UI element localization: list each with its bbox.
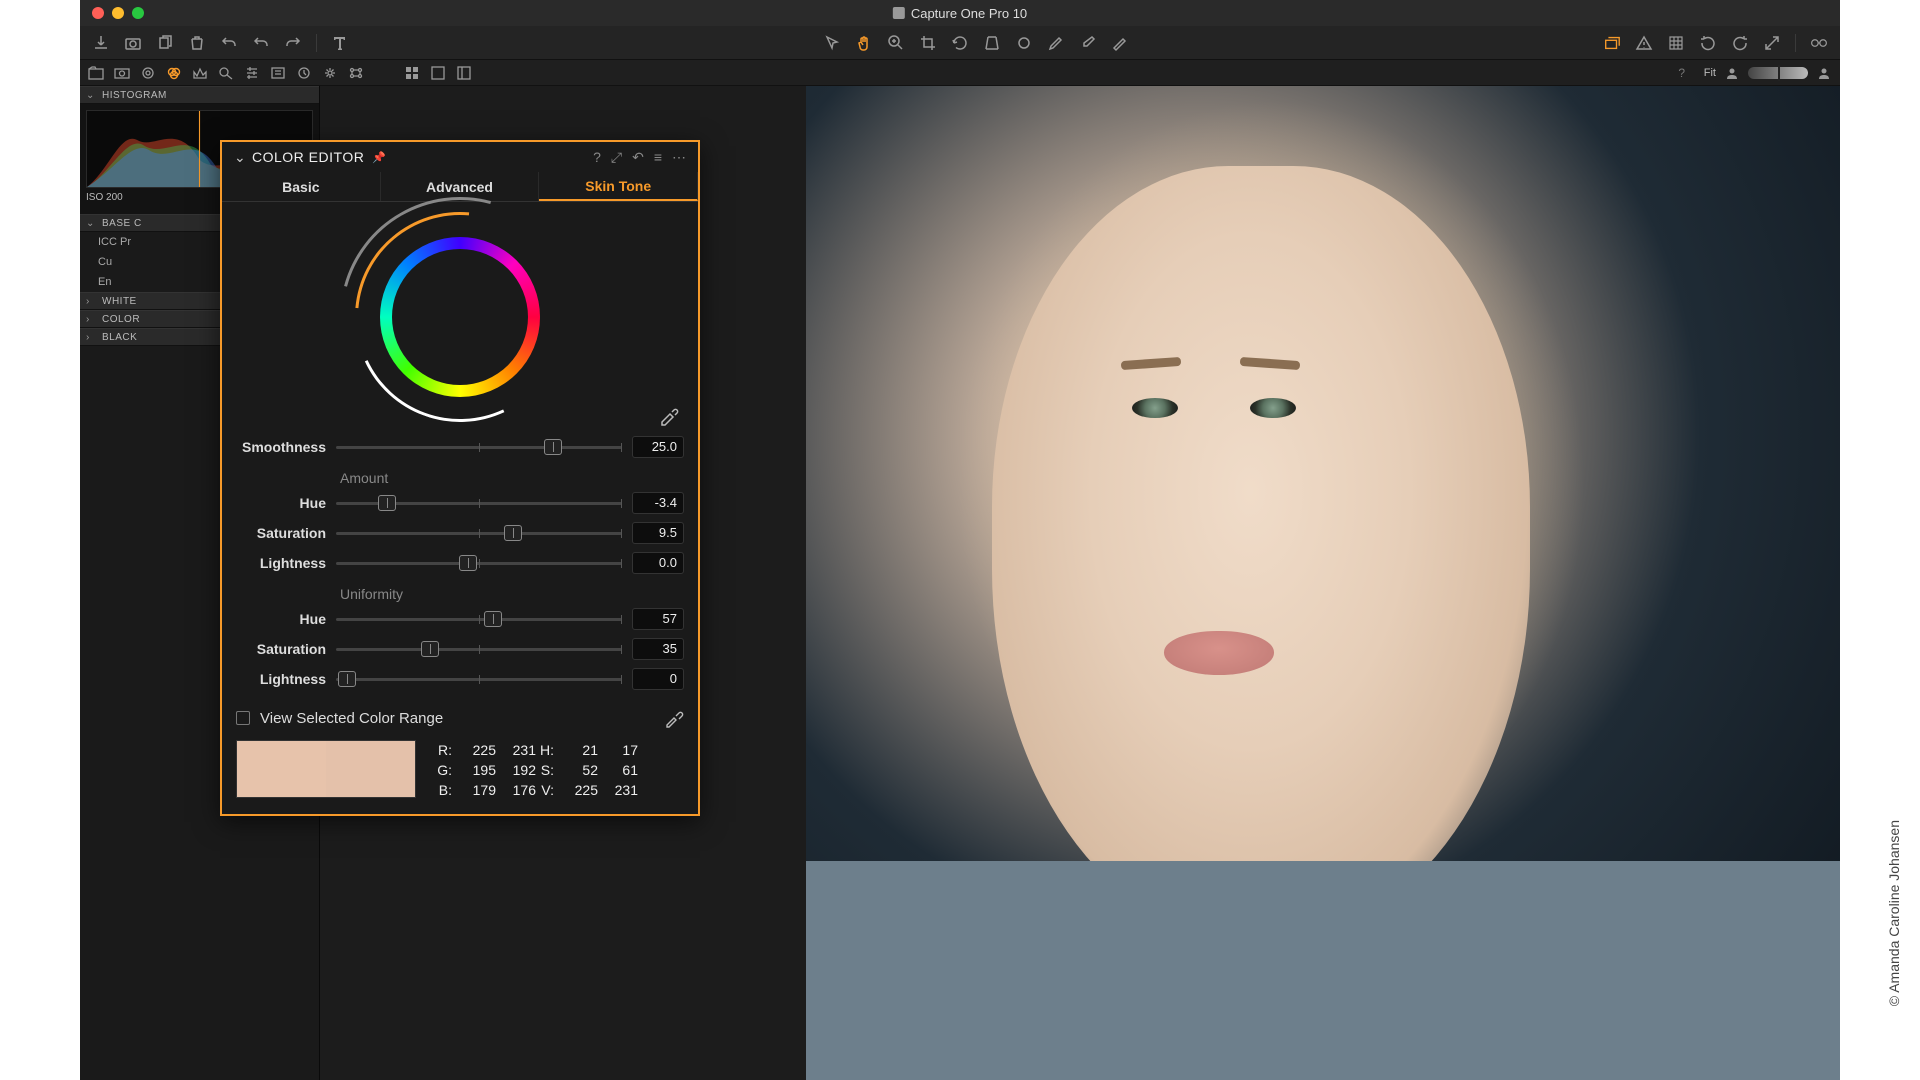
rotate-right-icon[interactable] [1731,34,1749,52]
image-credit: © Amanda Caroline Johansen [1886,820,1902,1006]
close-window-button[interactable] [92,7,104,19]
main-toolbar [80,26,1840,60]
user-icon[interactable] [1724,65,1740,81]
undo-icon[interactable] [220,34,238,52]
uni-hue-value[interactable]: 57 [632,608,684,630]
range-pipette-icon[interactable] [664,708,684,728]
crop-tool-icon[interactable] [919,34,937,52]
text-tool-icon[interactable] [331,34,349,52]
copy-icon[interactable] [156,34,174,52]
amount-hue-slider[interactable] [336,502,622,505]
redo-icon[interactable] [284,34,302,52]
exposure-tab-icon[interactable] [192,65,208,81]
view-single-icon[interactable] [430,65,446,81]
skin-tone-picker-icon[interactable] [658,404,680,426]
uni-light-value[interactable]: 0 [632,668,684,690]
library-tab-icon[interactable] [88,65,104,81]
iso-readout: ISO 200 [86,192,123,203]
amount-sat-label: Saturation [236,525,326,541]
amount-light-value[interactable]: 0.0 [632,552,684,574]
adjustment-tool-icon[interactable] [1111,34,1129,52]
minimize-window-button[interactable] [112,7,124,19]
reset-icon[interactable]: ↶ [632,149,644,166]
color-readout: R:225231 H:2117 G:195192 S:5261 B:179176… [416,740,684,800]
undo-alt-icon[interactable] [252,34,270,52]
settings-tab-icon[interactable] [322,65,338,81]
uni-sat-label: Saturation [236,641,326,657]
amount-light-label: Lightness [236,555,326,571]
view-split-icon[interactable] [456,65,472,81]
amount-sat-slider[interactable] [336,532,622,535]
uni-sat-slider[interactable] [336,648,622,651]
smoothness-slider[interactable] [336,446,622,449]
amount-hue-value[interactable]: -3.4 [632,492,684,514]
color-wheel[interactable] [222,202,698,432]
amount-sat-value[interactable]: 9.5 [632,522,684,544]
brush-tool-icon[interactable] [1047,34,1065,52]
keystone-tool-icon[interactable] [983,34,1001,52]
pin-icon[interactable]: 📌 [372,151,386,164]
uni-sat-value[interactable]: 35 [632,638,684,660]
metadata-tab-icon[interactable] [270,65,286,81]
cursor-tool-icon[interactable] [823,34,841,52]
smoothness-value[interactable]: 25.0 [632,436,684,458]
app-logo-icon [893,7,905,19]
smoothness-label: Smoothness [236,439,326,455]
details-tab-icon[interactable] [218,65,234,81]
preview-image [806,86,1840,1080]
grid-icon[interactable] [1667,34,1685,52]
window-title: Capture One Pro 10 [893,6,1027,21]
adjustments-tab-icon[interactable] [244,65,260,81]
output-tab-icon[interactable] [296,65,312,81]
exposure-slider[interactable] [1748,67,1808,79]
titlebar: Capture One Pro 10 [80,0,1840,26]
hand-tool-icon[interactable] [855,34,873,52]
more-icon[interactable]: ⋯ [672,149,686,166]
uni-hue-label: Hue [236,611,326,627]
uniformity-section-label: Uniformity [222,578,698,604]
warning-icon[interactable] [1635,34,1653,52]
color-editor-title: COLOR EDITOR [252,149,364,165]
rotate-left-icon[interactable] [1699,34,1717,52]
tool-tab-bar: ? Fit [80,60,1840,86]
swatch-2 [326,741,415,797]
view-grid-icon[interactable] [404,65,420,81]
user-icon-2[interactable] [1816,65,1832,81]
swatch-1 [237,741,326,797]
color-swatches [236,740,416,798]
lens-tab-icon[interactable] [140,65,156,81]
camera-icon[interactable] [124,34,142,52]
color-tab-icon[interactable] [166,65,182,81]
tab-basic[interactable]: Basic [222,172,381,201]
zoom-tool-icon[interactable] [887,34,905,52]
import-icon[interactable] [92,34,110,52]
expand-icon[interactable] [1763,34,1781,52]
uni-hue-slider[interactable] [336,618,622,621]
eyedropper-tool-icon[interactable] [1079,34,1097,52]
rotate-tool-icon[interactable] [951,34,969,52]
amount-hue-label: Hue [236,495,326,511]
layers-icon[interactable] [1603,34,1621,52]
spot-tool-icon[interactable] [1015,34,1033,52]
maximize-window-button[interactable] [132,7,144,19]
amount-section-label: Amount [222,462,698,488]
capture-tab-icon[interactable] [114,65,130,81]
preset-menu-icon[interactable]: ≡ [654,149,662,166]
histogram-panel-header[interactable]: ⌄HISTOGRAM [80,86,319,104]
trash-icon[interactable] [188,34,206,52]
uni-light-slider[interactable] [336,678,622,681]
color-editor-panel: ⌄ COLOR EDITOR 📌 ? ⤢ ↶ ≡ ⋯ Basic Advance… [220,140,700,816]
uni-light-label: Lightness [236,671,326,687]
zoom-fit-label[interactable]: Fit [1704,67,1716,79]
app-window: Capture One Pro 10 [80,0,1840,1080]
expand-panel-icon[interactable]: ⤢ [611,149,622,166]
tab-skin-tone[interactable]: Skin Tone [539,172,698,201]
glasses-icon[interactable] [1810,34,1828,52]
view-range-checkbox[interactable] [236,711,250,725]
batch-tab-icon[interactable] [348,65,364,81]
view-range-label: View Selected Color Range [260,710,654,727]
help-icon[interactable]: ? [593,149,601,166]
amount-light-slider[interactable] [336,562,622,565]
